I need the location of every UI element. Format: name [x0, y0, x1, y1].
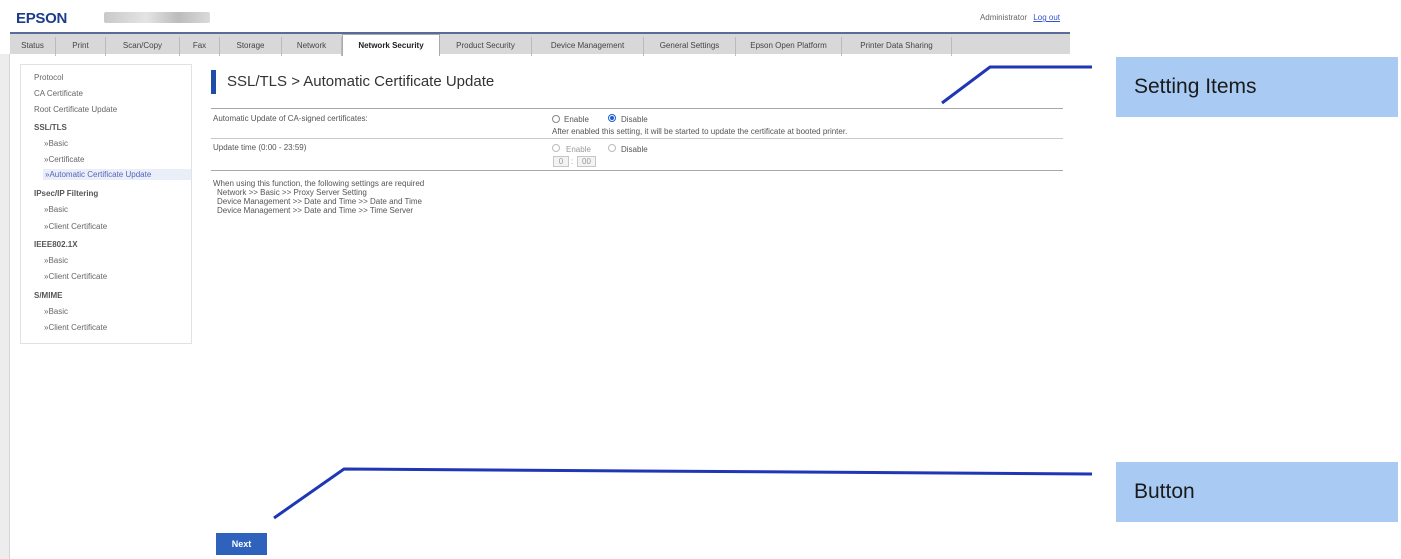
info-line-date-time: Device Management >> Date and Time >> Da… [217, 197, 423, 206]
page-title: SSL/TLS > Automatic Certificate Update [227, 73, 495, 90]
tab-scan-copy[interactable]: Scan/Copy [106, 37, 180, 56]
auto-update-label: Automatic Update of CA-signed certificat… [213, 114, 368, 123]
tab-status[interactable]: Status [10, 37, 56, 56]
sidebar-item-ieee-client-certificate[interactable]: »Client Certificate [44, 272, 107, 281]
auto-update-enable-radio[interactable] [552, 115, 560, 123]
update-time-disable-label[interactable]: Disable [621, 145, 648, 154]
setting-items-callout: Setting Items [1116, 57, 1398, 117]
sidebar: Protocol CA Certificate Root Certificate… [20, 64, 192, 344]
tab-product-security[interactable]: Product Security [440, 37, 532, 56]
sidebar-item-automatic-certificate-update[interactable]: »Automatic Certificate Update [43, 169, 191, 180]
auto-update-disable-label[interactable]: Disable [621, 115, 648, 124]
epson-logo: EPSON [16, 10, 68, 27]
update-time-label: Update time (0:00 - 23:59) [213, 143, 307, 152]
next-button[interactable]: Next [216, 533, 267, 555]
sidebar-item-ipsec-ip-filtering[interactable]: IPsec/IP Filtering [34, 189, 98, 198]
top-bar: EPSON Administrator Log out [0, 0, 1070, 34]
tab-general-settings[interactable]: General Settings [644, 37, 736, 56]
auto-update-enable-label[interactable]: Enable [564, 115, 589, 124]
info-line-proxy: Network >> Basic >> Proxy Server Setting [217, 188, 367, 197]
sidebar-item-protocol[interactable]: Protocol [34, 73, 63, 82]
sidebar-item-ca-certificate[interactable]: CA Certificate [34, 89, 83, 98]
auto-update-note: After enabled this setting, it will be s… [552, 127, 848, 136]
user-name: Administrator [979, 13, 1028, 22]
sidebar-item-ieee-basic[interactable]: »Basic [44, 256, 68, 265]
button-leader-line [273, 467, 1093, 520]
sidebar-item-smime-client-certificate[interactable]: »Client Certificate [44, 323, 107, 332]
divider [211, 170, 1063, 171]
update-time-separator: : [571, 157, 574, 166]
tab-fax[interactable]: Fax [180, 37, 220, 56]
sidebar-item-ipsec-client-certificate[interactable]: »Client Certificate [44, 222, 107, 231]
logout-link[interactable]: Log out [1033, 13, 1060, 22]
sidebar-item-ssl-tls[interactable]: SSL/TLS [34, 123, 67, 132]
update-time-hour-input[interactable]: 0 [553, 156, 569, 167]
update-time-enable-label[interactable]: Enable [566, 145, 591, 154]
update-time-minute-input[interactable]: 00 [577, 156, 596, 167]
auto-update-disable-radio[interactable] [608, 114, 616, 122]
page-left-edge [0, 54, 10, 559]
sidebar-item-ieee8021x[interactable]: IEEE802.1X [34, 240, 78, 249]
tab-device-management[interactable]: Device Management [532, 37, 644, 56]
button-callout: Button [1116, 462, 1398, 522]
update-time-enable-radio[interactable] [552, 144, 560, 152]
sidebar-item-ipsec-basic[interactable]: »Basic [44, 205, 68, 214]
sidebar-item-root-certificate-update[interactable]: Root Certificate Update [34, 105, 117, 114]
tab-storage[interactable]: Storage [220, 37, 282, 56]
admin-area: Administrator Log out [980, 13, 1060, 22]
tab-epson-open-platform[interactable]: Epson Open Platform [736, 37, 842, 56]
tab-print[interactable]: Print [56, 37, 106, 56]
printer-name-redacted [104, 12, 210, 23]
page-title-accent [211, 70, 216, 94]
main-tab-bar: Status Print Scan/Copy Fax Storage Netwo… [10, 32, 1070, 56]
setting-items-leader-line [941, 65, 1092, 105]
divider [211, 108, 1063, 109]
tab-network-security[interactable]: Network Security [342, 34, 440, 56]
info-line-time-server: Device Management >> Date and Time >> Ti… [217, 206, 414, 215]
tab-printer-data-sharing[interactable]: Printer Data Sharing [842, 37, 952, 56]
info-intro: When using this function, the following … [213, 179, 425, 188]
update-time-disable-radio[interactable] [608, 144, 616, 152]
sidebar-item-ssl-certificate[interactable]: »Certificate [44, 155, 84, 164]
sidebar-item-ssl-basic[interactable]: »Basic [44, 139, 68, 148]
sidebar-item-smime-basic[interactable]: »Basic [44, 307, 68, 316]
divider [211, 138, 1063, 139]
sidebar-item-smime[interactable]: S/MIME [34, 291, 62, 300]
tab-network[interactable]: Network [282, 37, 342, 56]
